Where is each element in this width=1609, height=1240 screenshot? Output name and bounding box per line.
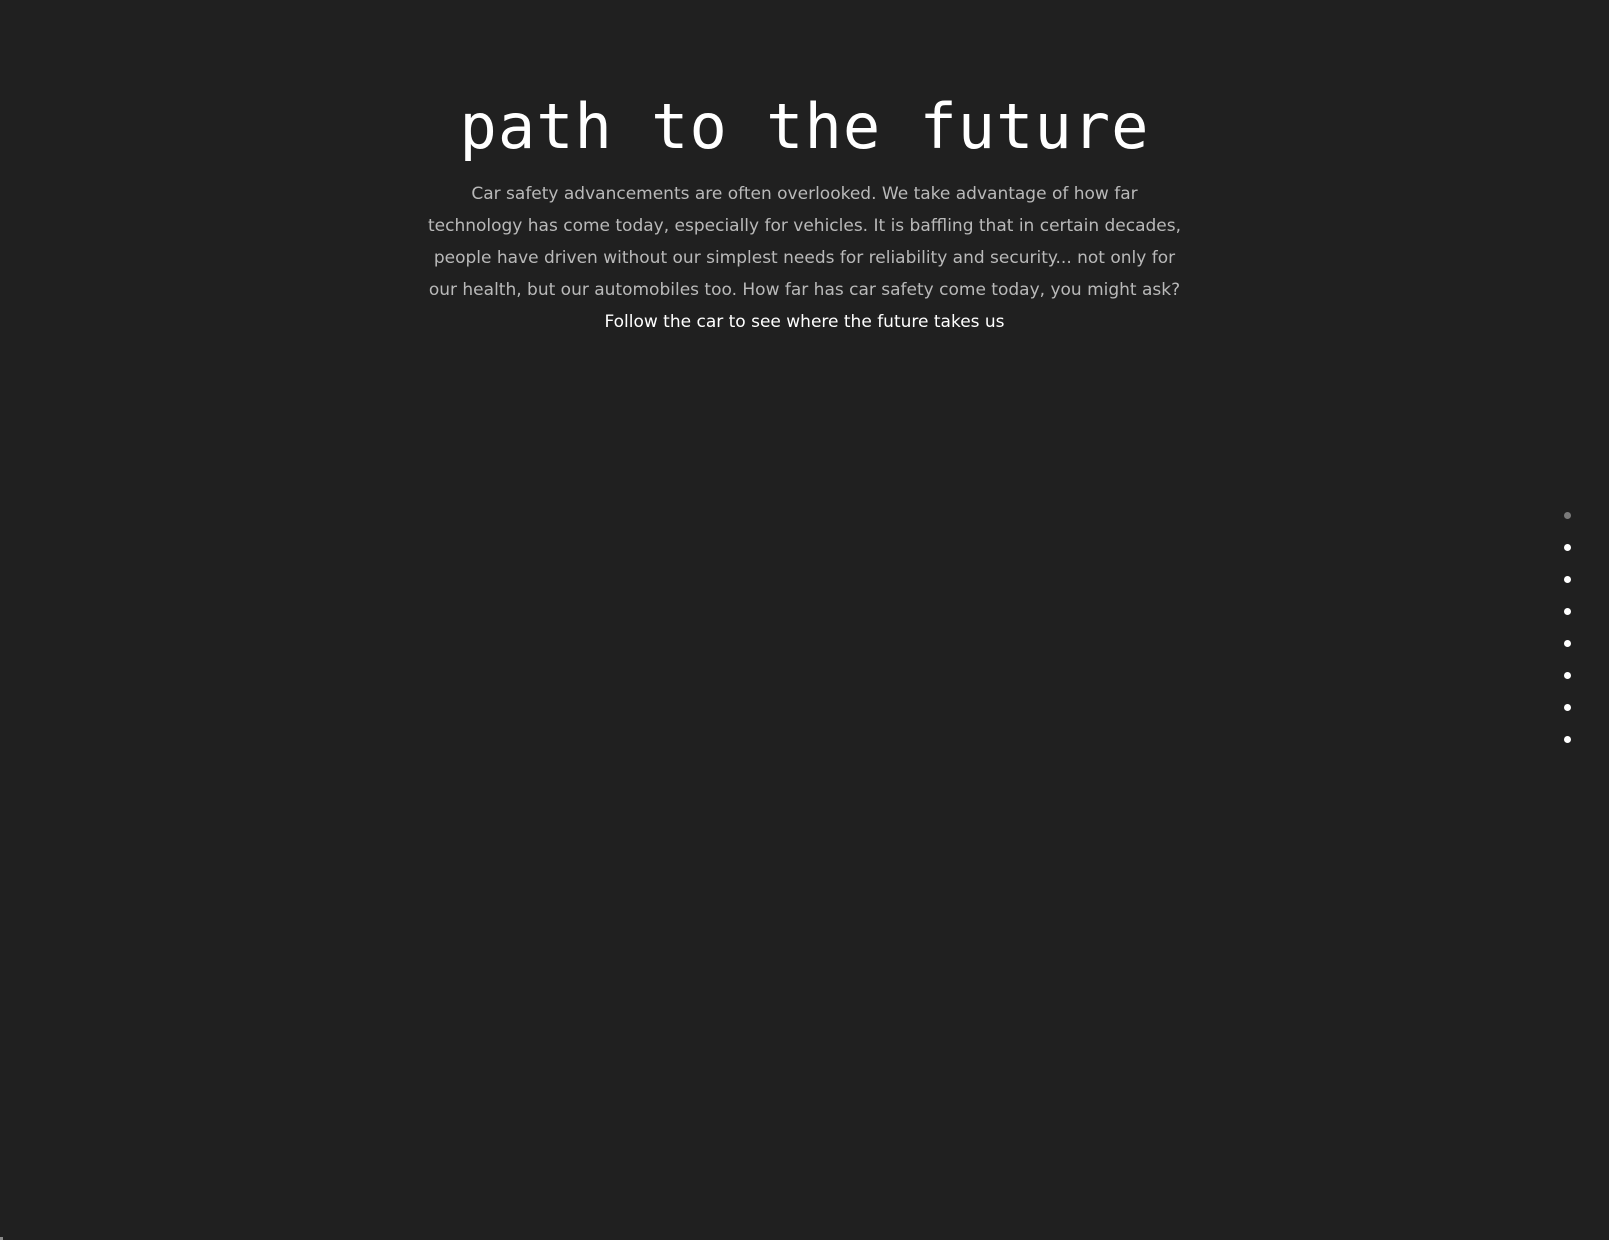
dot-icon [1563,575,1571,583]
intro-text: Car safety advancements are often overlo… [427,184,1182,300]
page: path to the future Car safety advancemen… [0,0,1609,1240]
section-dot[interactable] [1560,659,1574,691]
section-dot[interactable] [1560,691,1574,723]
dot-icon [1563,639,1571,647]
dot-icon [1563,703,1571,711]
dot-icon [1563,511,1571,519]
section-dot[interactable] [1560,627,1574,659]
hero-section: path to the future Car safety advancemen… [0,82,1609,338]
follow-car-link[interactable]: Follow the car to see where the future t… [425,306,1185,338]
intro-paragraph: Car safety advancements are often overlo… [425,178,1185,338]
page-title: path to the future [459,90,1150,163]
section-dot[interactable] [1560,723,1574,755]
section-dot-nav [1560,499,1574,755]
dot-icon [1563,735,1571,743]
section-dot[interactable] [1560,595,1574,627]
section-dot[interactable] [1560,563,1574,595]
dot-icon [1563,671,1571,679]
section-dot[interactable] [1560,531,1574,563]
dot-icon [1563,543,1571,551]
section-dot[interactable] [1560,499,1574,531]
dot-icon [1563,607,1571,615]
